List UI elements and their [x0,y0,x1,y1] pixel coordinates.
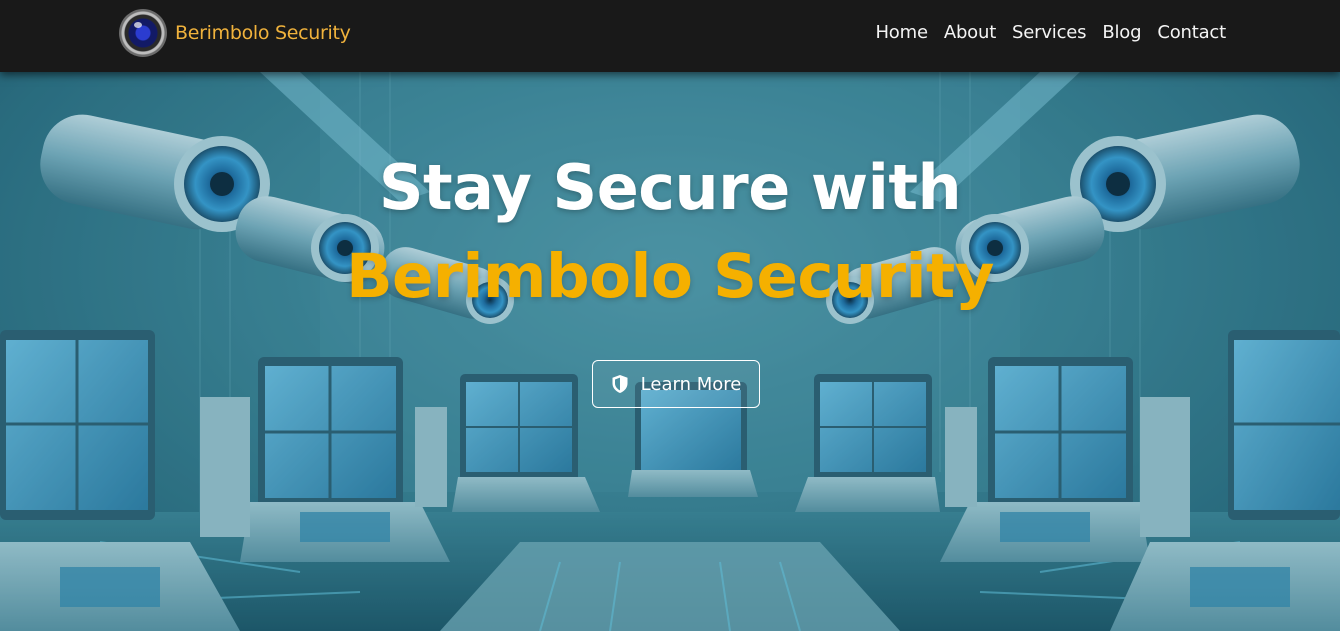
nav-link-contact[interactable]: Contact [1157,22,1226,43]
brand-link[interactable]: Berimbolo Security [119,9,351,57]
nav-link-home[interactable]: Home [875,22,928,43]
learn-more-label: Learn More [640,373,742,395]
hero-section: Stay Secure with Berimbolo Security Lear… [0,72,1340,631]
shield-icon [612,375,628,393]
nav-link-blog[interactable]: Blog [1102,22,1141,43]
top-navbar: Berimbolo Security Home About Services B… [0,0,1340,72]
hero-subtitle: Berimbolo Security [346,241,994,312]
camera-lens-icon [119,9,167,57]
brand-name: Berimbolo Security [175,22,351,44]
nav-link-services[interactable]: Services [1012,22,1087,43]
hero-title: Stay Secure with [378,151,962,224]
nav-link-about[interactable]: About [944,22,996,43]
learn-more-button[interactable]: Learn More [592,360,760,408]
main-nav: Home About Services Blog Contact [875,22,1226,43]
